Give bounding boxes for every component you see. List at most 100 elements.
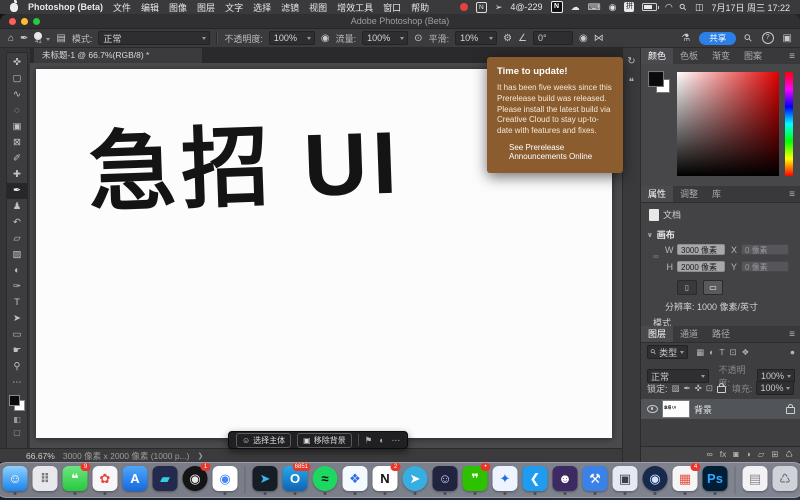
eraser-icon[interactable]: ▱: [7, 231, 27, 247]
dock-dove-app[interactable]: ❖: [342, 466, 369, 495]
dodge-icon[interactable]: ◐: [7, 263, 27, 279]
properties-tab-2[interactable]: 库: [705, 186, 728, 202]
color-picker-field[interactable]: [677, 72, 779, 176]
properties-tab-0[interactable]: 属性: [641, 186, 673, 202]
adjustment-layer-filter-icon[interactable]: ◐: [709, 347, 714, 358]
lock-transparency-icon[interactable]: ▨: [672, 383, 680, 394]
pressure-opacity-icon[interactable]: ◉: [321, 33, 330, 44]
portrait-orientation-button[interactable]: ▯: [677, 280, 697, 295]
status-app-red-icon[interactable]: [460, 3, 468, 11]
dock-messages[interactable]: ❝9: [62, 466, 89, 495]
foreground-color-swatch[interactable]: [9, 395, 20, 406]
hue-slider[interactable]: [785, 72, 793, 176]
dock-xcode[interactable]: ⚒: [582, 466, 609, 495]
flow-select[interactable]: 100%: [362, 31, 408, 45]
lasso-icon[interactable]: ∿: [7, 87, 27, 103]
spotlight-search-icon[interactable]: ⚲: [677, 1, 689, 13]
new-group-icon[interactable]: ▱: [758, 449, 765, 460]
opacity-select[interactable]: 100%: [269, 31, 315, 45]
layers-tab-1[interactable]: 通道: [673, 326, 705, 342]
menu-10[interactable]: 帮助: [411, 1, 429, 14]
dock-dark-dev-app[interactable]: ▰: [152, 466, 179, 491]
search-icon[interactable]: ⚲: [742, 32, 755, 45]
dock-photoshop[interactable]: Ps: [702, 466, 729, 495]
history-brush-icon[interactable]: ↶: [7, 215, 27, 231]
contrast-icon[interactable]: ◐: [379, 435, 384, 446]
frame-icon[interactable]: ⊠: [7, 135, 27, 151]
pressure-size-icon[interactable]: ◉: [579, 33, 588, 44]
color-tab-2[interactable]: 渐变: [705, 48, 737, 64]
color-swatches[interactable]: [9, 395, 25, 413]
properties-tab-1[interactable]: 调整: [673, 186, 705, 202]
menubar-clock[interactable]: 7月17日 周三 17:22: [711, 1, 790, 14]
dock-telegram[interactable]: ➤: [252, 466, 279, 495]
move-icon[interactable]: ✜: [7, 55, 27, 71]
lock-position-icon[interactable]: ✜: [695, 383, 702, 394]
brush-angle-input[interactable]: 0°: [533, 31, 573, 45]
layer-thumbnail[interactable]: 急招 UI: [662, 400, 690, 418]
dock-photos[interactable]: ✿: [92, 466, 119, 495]
wifi-icon[interactable]: ◠: [665, 2, 672, 13]
menu-1[interactable]: 编辑: [141, 1, 159, 14]
dock-steam[interactable]: ◉: [642, 466, 669, 495]
dock-app-store[interactable]: A: [122, 466, 149, 491]
dock-launchpad[interactable]: ⠿: [32, 466, 59, 491]
menu-6[interactable]: 滤镜: [281, 1, 299, 14]
keyboard-icon[interactable]: ⌨: [588, 2, 601, 13]
comments-panel-icon[interactable]: ❝: [629, 77, 634, 88]
status-chevron-icon[interactable]: ❯: [197, 452, 203, 460]
menu-5[interactable]: 选择: [253, 1, 271, 14]
beta-feedback-beaker-icon[interactable]: ⚗: [681, 33, 690, 44]
object-selection-icon[interactable]: ◌: [7, 103, 27, 119]
dock-trash[interactable]: ♺: [772, 466, 799, 491]
fill-select[interactable]: 100%: [756, 381, 794, 395]
dock-chrome[interactable]: ◉: [212, 466, 239, 495]
menu-0[interactable]: 文件: [113, 1, 131, 14]
zoom-icon[interactable]: ⚲: [7, 359, 27, 375]
more-icon[interactable]: ⋯: [392, 435, 401, 446]
color-tab-0[interactable]: 颜色: [641, 48, 673, 64]
clone-stamp-icon[interactable]: ♟: [7, 199, 27, 215]
notion-menubar-icon[interactable]: N: [551, 1, 563, 13]
symmetry-icon[interactable]: ⋈: [594, 33, 604, 44]
spot-healing-icon[interactable]: ✚: [7, 167, 27, 183]
status-app-n-outline-icon[interactable]: N: [476, 2, 487, 13]
dock-documents-stack[interactable]: ▤: [742, 466, 769, 491]
select-subject-button[interactable]: ☺ 选择主体: [236, 433, 291, 448]
new-adjustment-layer-icon[interactable]: ◑: [746, 449, 751, 460]
canvas-section-header[interactable]: ∨ 画布: [647, 228, 675, 241]
dock-wechat[interactable]: ❞•: [462, 466, 489, 495]
smoothing-gear-icon[interactable]: ⚙: [503, 33, 512, 44]
smoothing-select[interactable]: 10%: [455, 31, 497, 45]
path-select-icon[interactable]: ➤: [7, 311, 27, 327]
link-dimensions-icon[interactable]: ∞: [653, 252, 659, 261]
brush-tool-preset-icon[interactable]: ✒: [20, 33, 28, 44]
shape-layer-filter-icon[interactable]: ⊡: [730, 347, 737, 358]
layers-tab-2[interactable]: 路径: [705, 326, 737, 342]
menu-2[interactable]: 图像: [169, 1, 187, 14]
more-tools-icon[interactable]: ⋯: [7, 375, 27, 391]
layer-name[interactable]: 背景: [694, 403, 712, 416]
dock-camera-app[interactable]: ◉1: [182, 466, 209, 491]
layer-visibility-eye-icon[interactable]: [647, 405, 658, 413]
dock-finder[interactable]: ☺: [2, 466, 29, 495]
gradient-icon[interactable]: ▨: [7, 247, 27, 263]
dock-vscode[interactable]: ❮: [522, 466, 549, 495]
notification-link[interactable]: See Prerelease Announcements Online: [509, 143, 613, 161]
remove-background-button[interactable]: ▣ 移除背景: [297, 433, 352, 448]
layers-tab-0[interactable]: 图层: [641, 326, 673, 342]
status-ticker-text[interactable]: 4@-229: [510, 2, 542, 12]
input-source-badge[interactable]: 拼: [624, 2, 634, 12]
delete-layer-icon[interactable]: ♺: [785, 449, 793, 460]
share-button[interactable]: 共享: [699, 32, 736, 45]
menu-4[interactable]: 文字: [225, 1, 243, 14]
active-app-name[interactable]: Photoshop (Beta): [28, 2, 103, 12]
cloud-icon[interactable]: ☁: [571, 2, 580, 13]
marquee-icon[interactable]: ▢: [7, 71, 27, 87]
lock-paint-icon[interactable]: ✒: [684, 383, 691, 394]
type-icon[interactable]: T: [7, 295, 27, 311]
eyedropper-icon[interactable]: ✐: [7, 151, 27, 167]
add-layer-mask-icon[interactable]: ◙: [733, 449, 738, 460]
hand-icon[interactable]: ☛: [7, 343, 27, 359]
home-icon[interactable]: ⌂: [8, 33, 14, 44]
